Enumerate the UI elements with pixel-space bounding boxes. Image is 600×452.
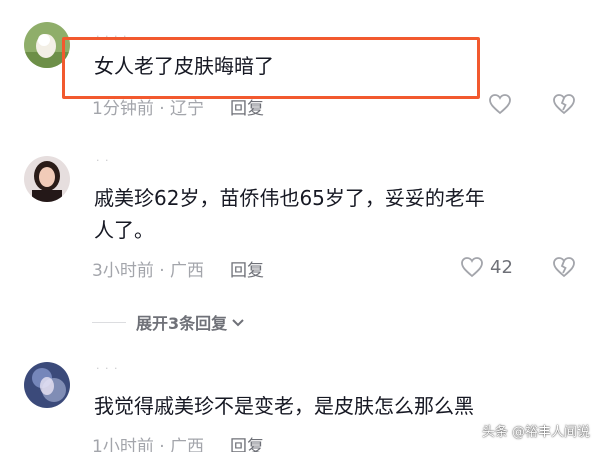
username[interactable]: · · · <box>96 362 118 375</box>
time-location: 1分钟前 · 辽宁 <box>92 99 205 119</box>
dislike-icon <box>552 256 576 278</box>
like-button[interactable] <box>488 93 512 115</box>
time-location: 1小时前 · 广西 <box>92 437 205 452</box>
comment-text-line: 戚美珍62岁，苗侨伟也65岁了，妥妥的老年 <box>94 186 485 210</box>
reply-button[interactable]: 回复 <box>230 256 264 281</box>
dislike-icon <box>552 93 576 115</box>
like-count: 42 <box>490 256 513 278</box>
comment-meta: 1分钟前 · 辽宁 回复 <box>92 94 264 119</box>
divider <box>92 321 126 323</box>
like-button[interactable]: 42 <box>460 256 513 278</box>
time-location: 3小时前 · 广西 <box>92 261 205 281</box>
comment-text-line: 人了。 <box>94 218 154 242</box>
watermark: 头条 @裕丰人间说 <box>481 425 590 440</box>
dislike-button[interactable] <box>552 256 576 278</box>
expand-replies-button[interactable]: 展开3条回复 <box>92 310 245 334</box>
reply-button[interactable]: 回复 <box>230 94 264 119</box>
comment-meta: 1小时前 · 广西 回复 <box>92 432 264 452</box>
highlight-box <box>62 37 480 99</box>
avatar[interactable] <box>24 362 70 408</box>
avatar[interactable] <box>24 156 70 202</box>
heart-icon <box>460 256 484 278</box>
expand-replies-label: 展开3条回复 <box>136 314 228 333</box>
heart-icon <box>488 93 512 115</box>
reply-button[interactable]: 回复 <box>230 432 264 452</box>
comment-text: 我觉得戚美珍不是变老，是皮肤怎么那么黑 <box>94 394 474 418</box>
username[interactable]: · · <box>96 154 110 167</box>
comment-meta: 3小时前 · 广西 回复 <box>92 256 264 281</box>
dislike-button[interactable] <box>552 93 576 115</box>
chevron-down-icon <box>231 313 245 332</box>
